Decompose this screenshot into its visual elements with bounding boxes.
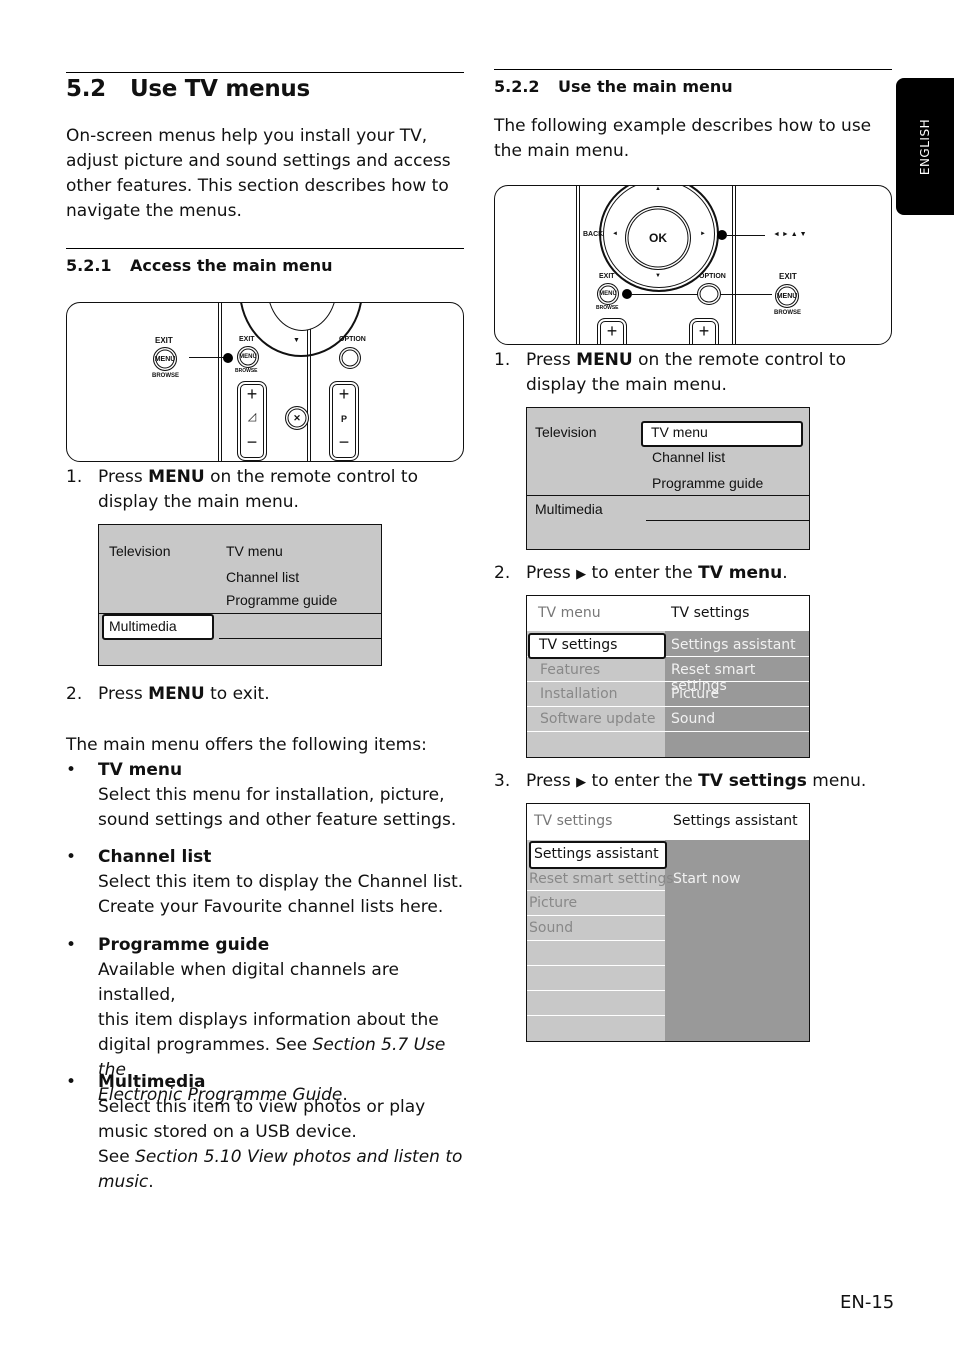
- tv-settings-screen: TV settings Settings assistant Settings …: [526, 803, 810, 1042]
- program-rocker: + P −: [329, 381, 359, 461]
- right-arrow-icon: ►: [700, 231, 706, 237]
- subsection-number: 5.2.1: [66, 256, 112, 275]
- option-label: OPTION: [339, 336, 366, 343]
- program-rocker: +: [689, 318, 719, 344]
- screen-title: TV settings: [671, 605, 750, 621]
- section-intro: On-screen menus help you install your TV…: [66, 124, 466, 224]
- screen-breadcrumb: TV menu: [538, 605, 601, 621]
- exit-label: EXIT: [239, 336, 255, 343]
- menu-item-sound: Sound: [529, 920, 574, 936]
- remote-illustration-navigation: OK ▲ ▼ ◄ ► BACK ◄ ► ▲ ▼ EXIT MENU BROWSE…: [494, 185, 892, 345]
- back-label: BACK: [583, 231, 604, 238]
- menu-item-features: Features: [540, 662, 601, 678]
- right-step-2: 2. Press ▶ to enter the TV menu.: [494, 563, 788, 583]
- cross-reference-link: Section 5.10 View photos and listen to: [135, 1147, 463, 1167]
- volume-rocker: + ◿ −: [237, 381, 267, 461]
- program-label: P: [340, 414, 347, 424]
- subsection-rule: [66, 248, 464, 249]
- menu-item-installation: Installation: [540, 686, 618, 702]
- menu-item-programme-guide: Programme guide: [226, 592, 338, 608]
- callout-browse-label: BROWSE: [774, 310, 801, 316]
- intro-line: On-screen menus help you install your TV…: [66, 126, 428, 146]
- main-menu-screen-tv-menu: Television TV menu Channel list Programm…: [526, 407, 810, 550]
- exit-label: EXIT: [599, 273, 615, 280]
- menu-item-software-update: Software update: [540, 711, 656, 727]
- menu-item-tv-menu: TV menu: [651, 424, 708, 440]
- menu-item-channel-list: Channel list: [652, 449, 726, 465]
- callout-exit-label: EXIT: [779, 272, 797, 281]
- subsection-title: Access the main menu: [130, 256, 333, 275]
- menu-item-reset-smart-settings: Reset smart settings: [529, 871, 674, 887]
- submenu-item-picture: Picture: [671, 686, 720, 702]
- option-label: OPTION: [699, 273, 726, 280]
- browse-label: BROWSE: [235, 368, 258, 374]
- menu-button: MENU: [237, 346, 259, 368]
- callout-menu-button: MENU: [775, 284, 799, 308]
- callout-dot-menu: [622, 289, 632, 299]
- menu-item-tv-settings: TV settings: [539, 637, 618, 653]
- intro-line: other features. This section describes h…: [66, 176, 449, 196]
- option-button: [697, 283, 721, 305]
- callout-line-nav: [727, 235, 765, 236]
- language-tab: ENGLISH: [896, 78, 954, 215]
- screen-breadcrumb: TV settings: [534, 813, 613, 829]
- left-step-1: 1. Press MENU on the remote control to di…: [66, 467, 418, 512]
- down-arrow-icon: ▼: [655, 273, 661, 279]
- screen-title: Settings assistant: [673, 813, 798, 829]
- menu-item-programme-guide: Programme guide: [652, 475, 764, 491]
- option-button: [339, 347, 361, 369]
- section-rule: [66, 72, 464, 73]
- right-arrow-icon: ▶: [576, 567, 587, 582]
- language-label: ENGLISH: [918, 118, 932, 176]
- mute-button: ✕: [285, 406, 309, 430]
- right-step-1: 1. Press MENU on the remote control to di…: [494, 350, 846, 395]
- main-menu-screen-multimedia: Television TV menu Channel list Programm…: [98, 524, 382, 666]
- callout-dot: [223, 353, 233, 363]
- menu-button: MENU: [597, 283, 619, 305]
- intro-line: adjust picture and sound settings and ac…: [66, 151, 451, 171]
- callout-exit-label: EXIT: [155, 336, 173, 345]
- menu-item-tv-menu: TV menu: [226, 543, 283, 559]
- left-step-2: 2. Press MENU to exit.: [66, 684, 270, 704]
- nav-arrows-callout: ◄ ► ▲ ▼: [773, 231, 807, 238]
- callout-line: [189, 357, 225, 358]
- section-heading: 5.2 Use TV menus: [66, 76, 310, 102]
- subsection-rule: [494, 69, 892, 70]
- tv-menu-screen: TV menu TV settings TV settings Features…: [526, 595, 810, 758]
- callout-menu-button: MENU: [153, 347, 177, 371]
- menu-item-settings-assistant: Settings assistant: [534, 846, 659, 862]
- browse-label: BROWSE: [596, 305, 619, 311]
- volume-rocker: +: [597, 318, 627, 344]
- remote-illustration-menu: ▼ EXIT MENU BROWSE EXIT MENU BROWSE OPTI…: [66, 302, 464, 462]
- section-title: Use TV menus: [130, 76, 310, 102]
- menu-item-television: Television: [535, 424, 597, 440]
- submenu-item-sound: Sound: [671, 711, 716, 727]
- menu-item-television: Television: [109, 543, 171, 559]
- menu-item-channel-list: Channel list: [226, 569, 300, 585]
- right-arrow-icon: ▶: [576, 775, 587, 790]
- subsection-heading-521: 5.2.1 Access the main menu: [66, 256, 333, 275]
- menu-item-multimedia: Multimedia: [535, 501, 603, 517]
- right-step-3: 3. Press ▶ to enter the TV settings menu…: [494, 771, 867, 791]
- callout-dot-nav: [717, 230, 727, 240]
- intro-line: navigate the menus.: [66, 201, 242, 221]
- left-arrow-icon: ◄: [612, 231, 618, 237]
- items-intro: The main menu offers the following items…: [66, 735, 427, 755]
- subsection-heading-522: 5.2.2 Use the main menu: [494, 77, 733, 96]
- subsection-intro: The following example describes how to u…: [494, 116, 872, 161]
- callout-browse-label: BROWSE: [152, 373, 179, 379]
- section-number: 5.2: [66, 76, 106, 102]
- menu-item-multimedia: Multimedia: [109, 618, 177, 634]
- submenu-item-settings-assistant: Settings assistant: [671, 637, 796, 653]
- start-now-option: Start now: [673, 871, 741, 887]
- ok-button: OK: [625, 206, 691, 270]
- menu-item-picture: Picture: [529, 895, 578, 911]
- page-number: EN-15: [840, 1292, 895, 1313]
- up-arrow-icon: ▲: [655, 186, 661, 192]
- volume-icon: ◿: [247, 411, 257, 423]
- down-arrow-icon: ▼: [293, 337, 300, 344]
